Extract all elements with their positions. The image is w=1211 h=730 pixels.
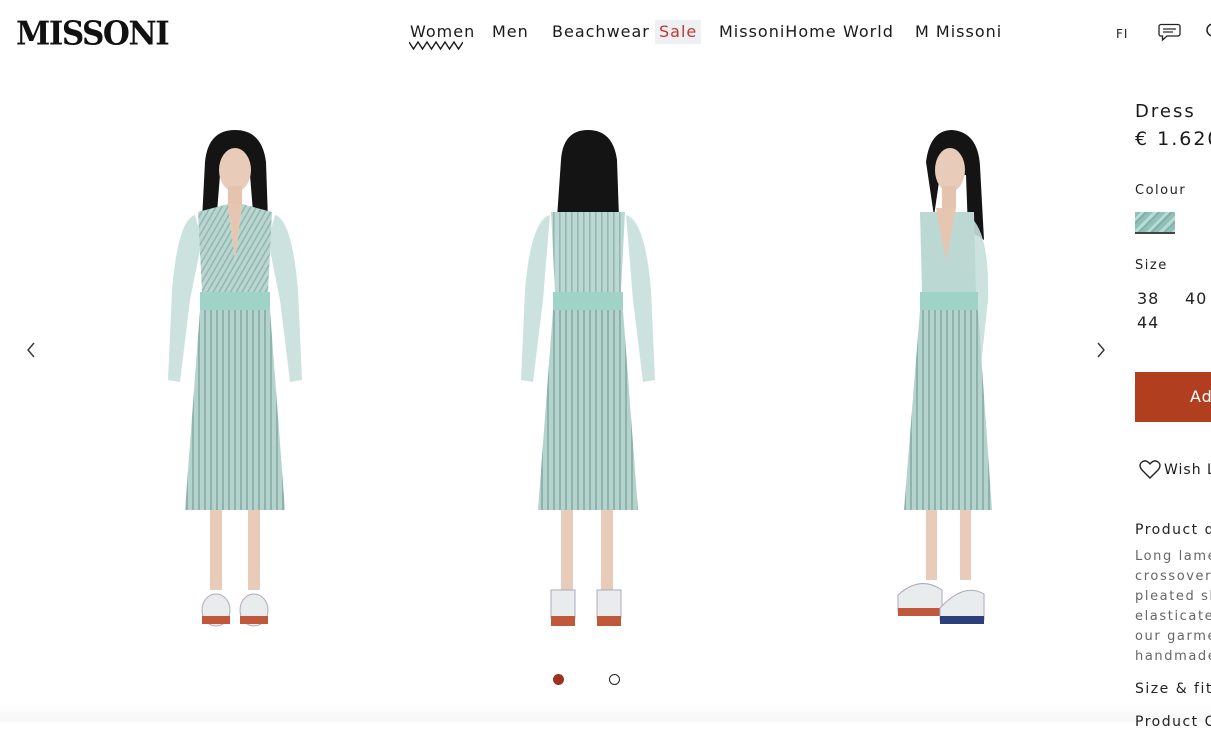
- product-title: Dress: [1135, 101, 1196, 122]
- product-price: € 1.620: [1135, 128, 1211, 150]
- dress-side-view: [897, 130, 992, 624]
- chevron-left-icon[interactable]: [24, 340, 38, 360]
- gallery-pager: [0, 673, 1120, 687]
- description-line: elasticated w: [1135, 609, 1211, 624]
- add-to-bag-button[interactable]: Ado: [1135, 372, 1211, 422]
- product-image-gallery[interactable]: [0, 70, 1120, 690]
- dress-back-view: [521, 130, 655, 626]
- product-details-heading[interactable]: Product deta: [1135, 522, 1211, 538]
- nav-item-beachwear[interactable]: Beachwear: [552, 20, 650, 44]
- product-info-panel: Dress € 1.620 Colour Size 38 40 44 Ado W…: [1135, 0, 1211, 730]
- wish-list-label: Wish Lis: [1164, 462, 1211, 478]
- product-description: Long lamé dr crossover ne pleated skirt …: [1135, 547, 1211, 667]
- size-fit-heading[interactable]: Size & fit: [1135, 681, 1211, 697]
- bottom-shadow: [0, 704, 1211, 722]
- description-line: crossover ne: [1135, 569, 1211, 584]
- size-label: Size: [1135, 258, 1168, 273]
- nav-item-m-missoni[interactable]: M Missoni: [915, 20, 1002, 44]
- colour-swatch[interactable]: [1135, 212, 1175, 234]
- chevron-right-icon[interactable]: [1094, 340, 1108, 360]
- size-option-38[interactable]: 38: [1137, 289, 1159, 309]
- description-line: pleated skirt: [1135, 589, 1211, 604]
- pager-dot-active[interactable]: [553, 674, 564, 685]
- dress-front-view: [168, 130, 302, 627]
- language-selector[interactable]: FI: [1116, 25, 1128, 43]
- nav-item-world[interactable]: World: [843, 20, 894, 44]
- description-line: handmade, t: [1135, 649, 1211, 664]
- main-navigation: Women Men Beachwear Sale MissoniHome Wor…: [0, 20, 1211, 46]
- pager-dot[interactable]: [609, 674, 620, 685]
- colour-label: Colour: [1135, 183, 1187, 198]
- nav-item-men[interactable]: Men: [492, 20, 529, 44]
- description-line: our garments: [1135, 629, 1211, 644]
- heart-icon: [1139, 460, 1161, 479]
- nav-item-missonihome[interactable]: MissoniHome: [719, 20, 837, 44]
- active-nav-zigzag-indicator: [409, 40, 463, 51]
- size-option-44[interactable]: 44: [1137, 313, 1159, 333]
- nav-item-sale[interactable]: Sale: [655, 20, 702, 44]
- description-line: Long lamé dr: [1135, 549, 1211, 564]
- size-option-40[interactable]: 40: [1185, 289, 1207, 309]
